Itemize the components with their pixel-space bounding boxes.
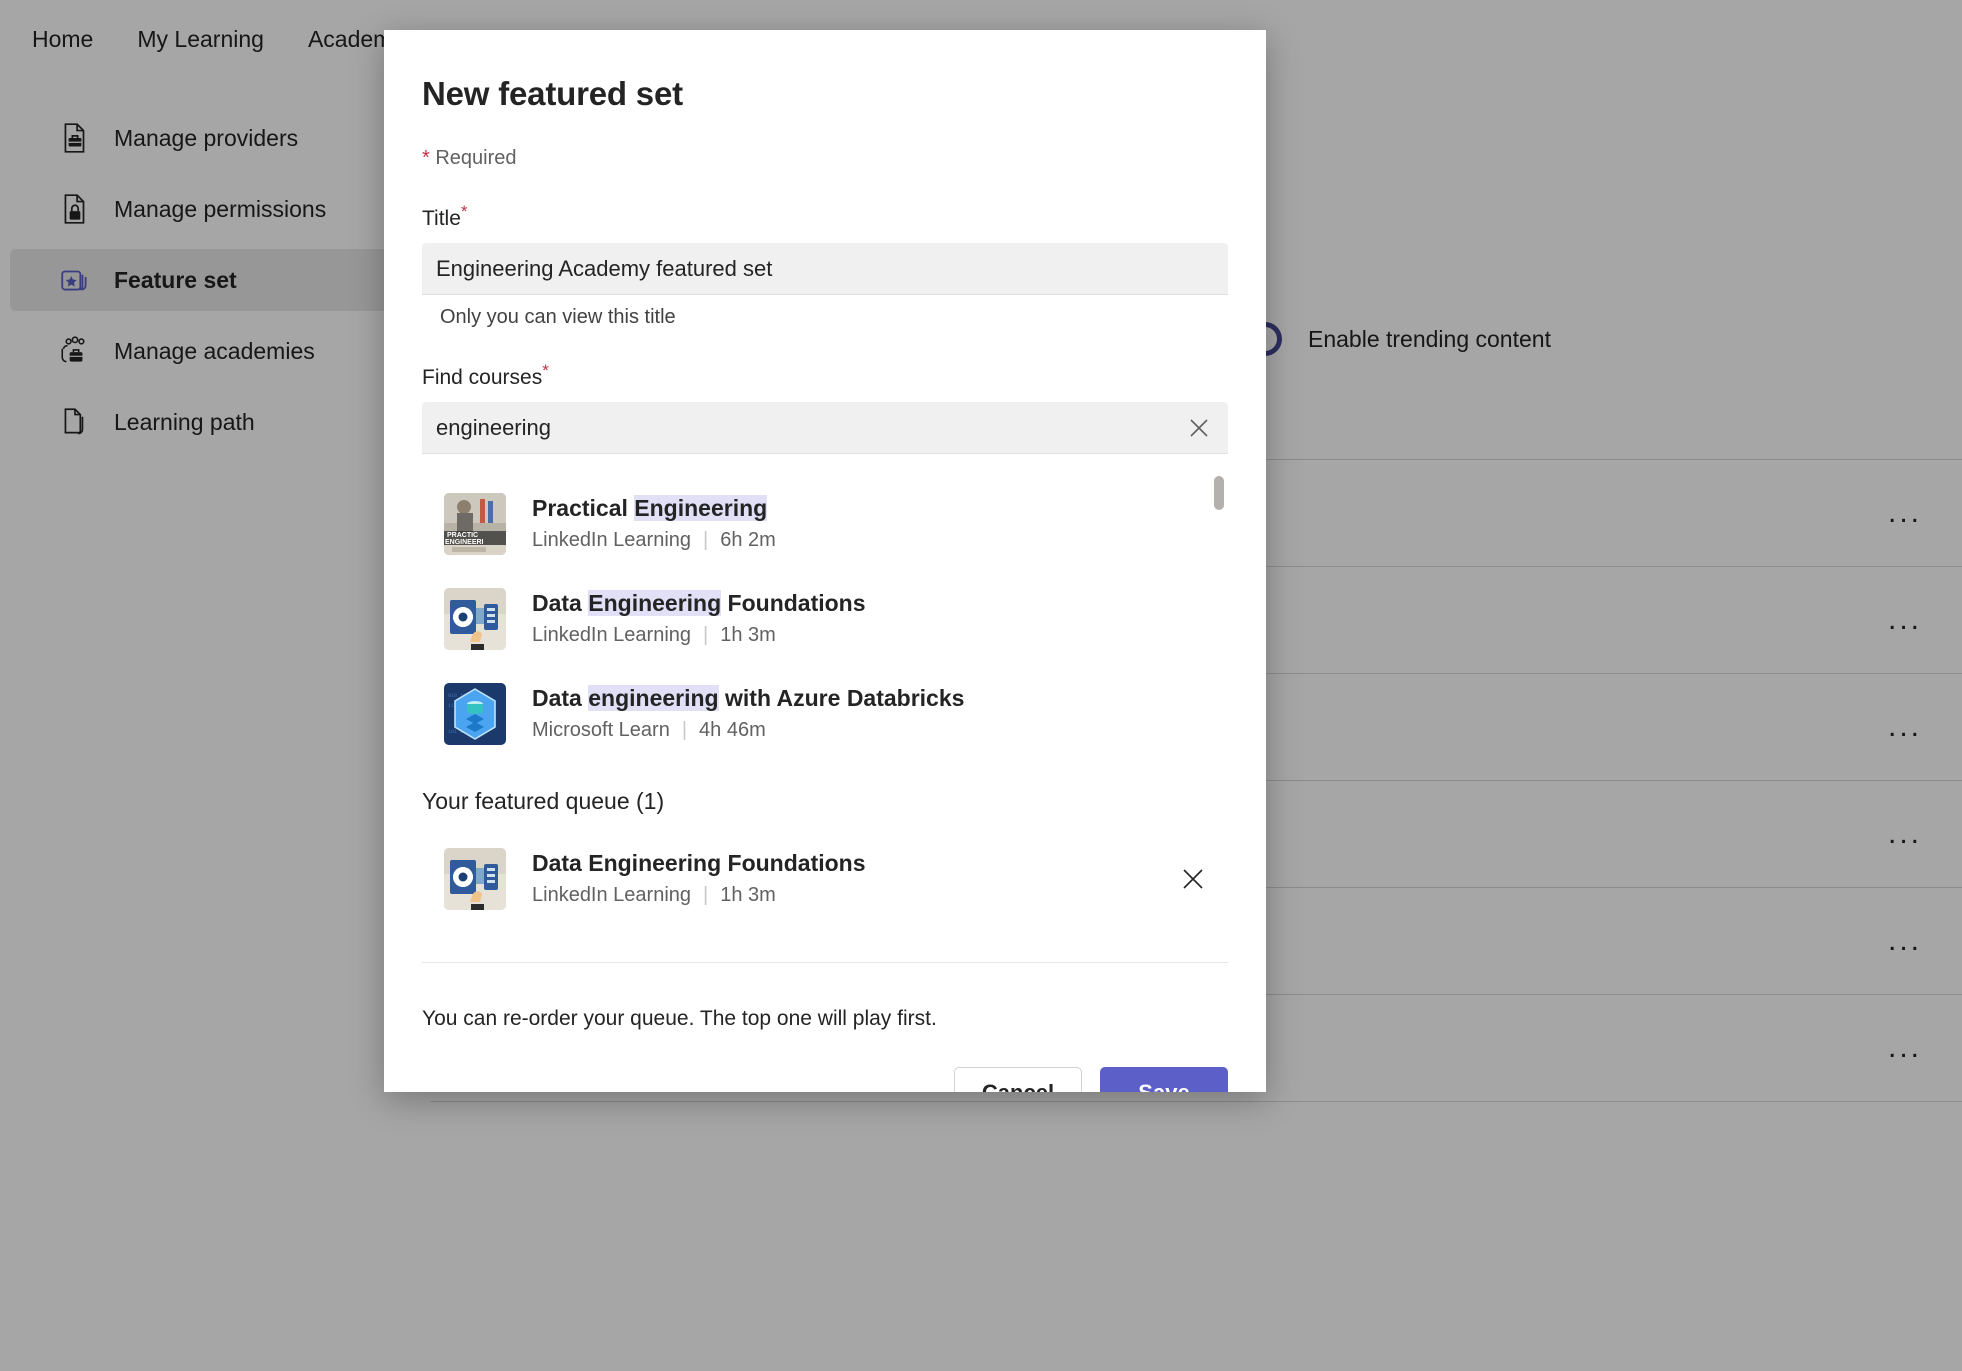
dialog-divider — [422, 962, 1228, 963]
new-featured-set-dialog: New featured set * Required Title* Engin… — [384, 30, 1266, 1092]
list-item[interactable]: Data Engineering Foundations LinkedIn Le… — [422, 831, 1228, 926]
close-icon[interactable] — [1176, 862, 1210, 896]
title-suffix: with Azure Databricks — [718, 685, 965, 711]
scrollbar-thumb[interactable] — [1214, 476, 1224, 510]
title-prefix: Practical — [532, 495, 635, 521]
title-prefix: Data — [532, 685, 589, 711]
required-asterisk: * — [460, 202, 468, 221]
list-item[interactable]: 010 101 110 011 101 100 Data engineering… — [422, 666, 1228, 761]
azure-databricks-thumbnail: 010 101 110 011 101 100 — [444, 682, 506, 745]
results-scrollbar[interactable] — [1214, 476, 1224, 762]
course-search-results[interactable]: PRACTIC ENGINEERI Practical Engineering … — [422, 476, 1228, 762]
data-engineering-foundations-thumbnail — [444, 847, 506, 910]
practical-engineering-thumbnail: PRACTIC ENGINEERI — [444, 492, 506, 555]
course-info: Practical Engineering LinkedIn Learning … — [532, 495, 776, 552]
list-item[interactable]: PRACTIC ENGINEERI Practical Engineering … — [422, 476, 1228, 571]
separator-icon: | — [703, 529, 709, 551]
course-title: Data engineering with Azure Databricks — [532, 685, 964, 712]
course-title: Practical Engineering — [532, 495, 776, 522]
close-icon[interactable] — [1184, 413, 1214, 443]
find-courses-search-input[interactable]: engineering — [422, 402, 1228, 454]
dialog-actions: Cancel Save — [422, 1067, 1228, 1092]
course-info: Data engineering with Azure Databricks M… — [532, 685, 964, 742]
find-courses-label-text: Find courses — [422, 366, 543, 389]
find-courses-field-label: Find courses* — [422, 361, 549, 390]
required-legend: * Required — [422, 147, 1228, 170]
title-field-label: Title* — [422, 202, 468, 231]
search-input-value: engineering — [436, 414, 551, 440]
title-input-hint: Only you can view this title — [440, 306, 676, 328]
course-title: Data Engineering Foundations — [532, 850, 866, 876]
title-input[interactable]: Engineering Academy featured set — [422, 243, 1228, 295]
required-asterisk: * — [542, 361, 549, 380]
separator-icon: | — [703, 884, 709, 906]
course-provider: LinkedIn Learning — [532, 884, 692, 906]
course-subtitle: LinkedIn Learning | 1h 3m — [532, 884, 866, 907]
course-title: Data Engineering Foundations — [532, 590, 866, 617]
title-input-value: Engineering Academy featured set — [436, 255, 773, 281]
course-subtitle: LinkedIn Learning | 6h 2m — [532, 529, 776, 552]
course-duration: 1h 3m — [720, 624, 776, 646]
course-subtitle: LinkedIn Learning | 1h 3m — [532, 624, 866, 647]
course-provider: Microsoft Learn — [532, 719, 670, 741]
title-label-text: Title — [422, 207, 461, 230]
featured-queue-list: Data Engineering Foundations LinkedIn Le… — [422, 831, 1228, 926]
required-asterisk: * — [422, 147, 430, 169]
course-duration: 6h 2m — [720, 529, 776, 551]
title-match-highlight: Engineering — [634, 495, 768, 521]
title-match-highlight: Engineering — [588, 590, 722, 616]
reorder-hint: You can re-order your queue. The top one… — [422, 1007, 937, 1030]
course-info: Data Engineering Foundations LinkedIn Le… — [532, 590, 866, 647]
title-suffix: Foundations — [721, 590, 866, 616]
cancel-button[interactable]: Cancel — [954, 1067, 1082, 1092]
featured-queue-heading: Your featured queue (1) — [422, 788, 665, 814]
list-item[interactable]: Data Engineering Foundations LinkedIn Le… — [422, 571, 1228, 666]
data-engineering-foundations-thumbnail — [444, 587, 506, 650]
save-button[interactable]: Save — [1100, 1067, 1228, 1092]
course-info: Data Engineering Foundations LinkedIn Le… — [532, 850, 866, 907]
title-match-highlight: engineering — [588, 685, 719, 711]
svg-text:PRACTIC: PRACTIC — [447, 532, 478, 539]
required-legend-label: Required — [435, 147, 517, 169]
svg-text:ENGINEERI: ENGINEERI — [445, 539, 484, 546]
course-subtitle: Microsoft Learn | 4h 46m — [532, 719, 964, 742]
course-duration: 1h 3m — [720, 884, 776, 906]
course-provider: LinkedIn Learning — [532, 529, 692, 551]
title-prefix: Data — [532, 590, 589, 616]
separator-icon: | — [681, 719, 688, 741]
course-provider: LinkedIn Learning — [532, 624, 692, 646]
dialog-title: New featured set — [422, 75, 683, 112]
course-duration: 4h 46m — [699, 719, 766, 741]
separator-icon: | — [703, 624, 709, 646]
